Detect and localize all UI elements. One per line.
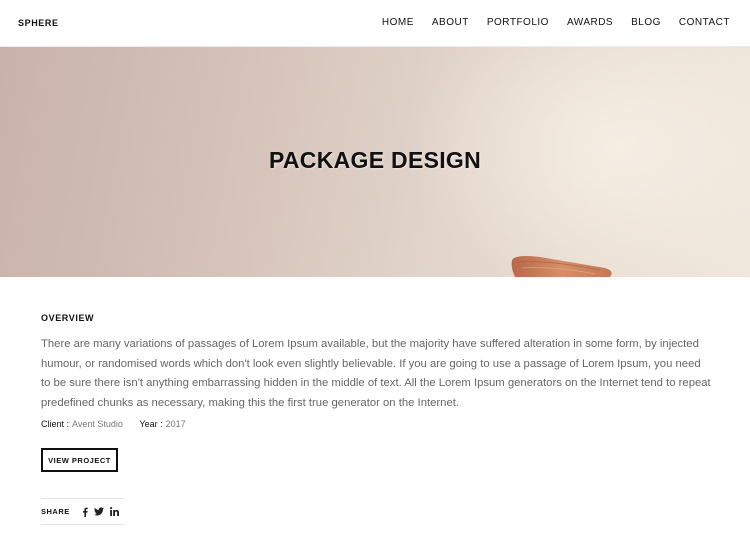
share-bar: SHARE xyxy=(41,498,124,525)
year-meta: Year :2017 xyxy=(139,419,185,429)
overview-text: There are many variations of passages of… xyxy=(41,338,711,409)
page-title: PACKAGE DESIGN xyxy=(268,147,482,173)
overview-heading: OVERVIEW xyxy=(41,313,95,323)
main-nav: HOME ABOUT PORTFOLIO AWARDS BLOG CONTACT xyxy=(364,17,730,28)
nav-item-blog[interactable]: BLOG xyxy=(631,17,661,28)
year-value: 2017 xyxy=(165,419,186,429)
top-navbar: SPHERE HOME ABOUT PORTFOLIO AWARDS BLOG … xyxy=(0,0,750,47)
nav-item-portfolio[interactable]: PORTFOLIO xyxy=(487,17,549,28)
facebook-icon[interactable] xyxy=(80,506,90,518)
share-label: SHARE xyxy=(41,507,70,516)
project-meta: Client : Avent Studio Year :2017 xyxy=(41,419,200,429)
client-meta: Client : Avent Studio xyxy=(41,419,125,429)
hero-banner: PACKAGE DESIGN xyxy=(0,47,750,277)
nav-item-home[interactable]: HOME xyxy=(382,17,414,28)
nav-item-contact[interactable]: CONTACT xyxy=(679,17,730,28)
nav-item-awards[interactable]: AWARDS xyxy=(567,17,613,28)
nav-item-about[interactable]: ABOUT xyxy=(432,17,469,28)
year-label: Year : xyxy=(139,419,163,429)
view-project-button[interactable]: VIEW PROJECT xyxy=(41,448,118,472)
linkedin-icon[interactable] xyxy=(109,506,119,518)
hero-product-image xyxy=(511,256,612,277)
twitter-icon[interactable] xyxy=(94,506,105,518)
client-value: Avent Studio xyxy=(72,419,123,429)
brand-logo[interactable]: SPHERE xyxy=(18,18,59,28)
client-label: Client : xyxy=(41,419,70,429)
